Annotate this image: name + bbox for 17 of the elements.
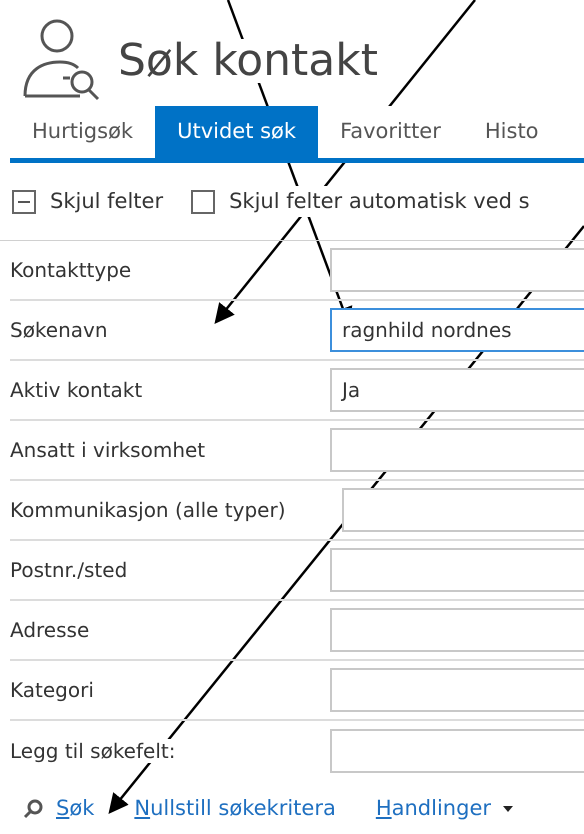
page-title: Søk kontakt	[118, 39, 378, 83]
input-field[interactable]	[330, 248, 584, 292]
checkbox-label[interactable]: Skjul felter automatisk ved s	[229, 186, 530, 218]
input-field[interactable]	[330, 729, 584, 773]
input-field[interactable]	[330, 548, 584, 592]
input-field[interactable]: ragnhild nordnes	[330, 308, 584, 352]
search-icon	[22, 798, 44, 820]
collapse-icon	[12, 190, 36, 214]
checkbox[interactable]	[191, 190, 216, 214]
field-label: Legg til søkefelt:	[10, 739, 176, 763]
input-field[interactable]	[330, 428, 584, 472]
input-field[interactable]: Ja	[330, 368, 584, 412]
input-field[interactable]	[330, 668, 584, 712]
input-field[interactable]	[330, 608, 584, 652]
input-field[interactable]	[342, 488, 584, 532]
caret-icon	[503, 806, 513, 812]
tab[interactable]: Utvidet søk	[155, 106, 318, 158]
